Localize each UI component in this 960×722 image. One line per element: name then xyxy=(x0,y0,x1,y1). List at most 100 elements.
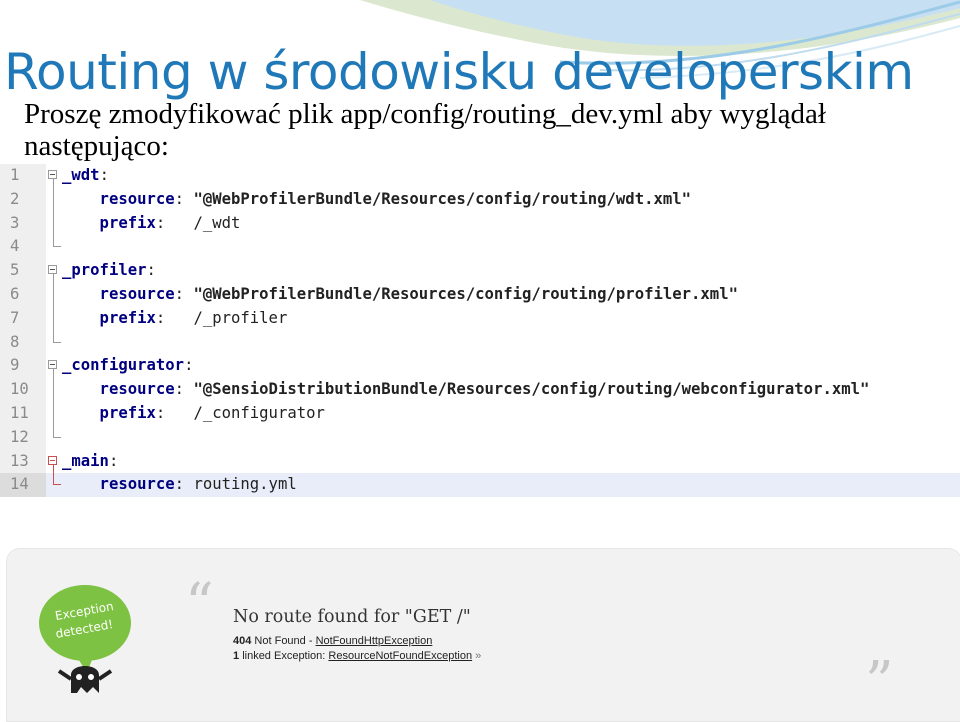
code-line[interactable]: 8 xyxy=(0,330,960,355)
code-text: prefix: /_profiler xyxy=(62,307,288,331)
code-line[interactable]: 13 _main: xyxy=(0,449,960,474)
expand-arrow-icon[interactable]: » xyxy=(475,650,481,662)
exception-title: No route found for "GET /" xyxy=(233,607,471,627)
line-number: 14 xyxy=(0,473,46,498)
linked-exception-link[interactable]: ResourceNotFoundException xyxy=(328,650,472,662)
line-number: 11 xyxy=(0,401,46,426)
fold-toggle-icon[interactable] xyxy=(48,170,57,179)
fold-line xyxy=(53,306,54,331)
code-line[interactable]: 11 prefix: /_configurator xyxy=(0,401,960,426)
fold-gutter xyxy=(46,211,62,236)
yaml-separator: : xyxy=(174,380,185,399)
exception-panel: Exception detected! “ ” No route found f… xyxy=(6,548,960,722)
fold-toggle-icon[interactable] xyxy=(48,455,57,465)
code-line[interactable]: 14 resource: routing.yml xyxy=(0,473,960,498)
code-line[interactable]: 2 resource: "@WebProfilerBundle/Resource… xyxy=(0,187,960,212)
line-number: 4 xyxy=(0,235,46,260)
fold-end xyxy=(53,484,61,486)
editor-lines: 1 _wdt: 2 resource: "@WebProfilerBundle/Re… xyxy=(0,164,960,498)
fold-line xyxy=(53,179,54,188)
fold-end xyxy=(53,436,61,438)
yaml-value: /_wdt xyxy=(165,213,241,232)
fold-gutter xyxy=(46,187,62,212)
yaml-key: resource xyxy=(62,475,175,494)
linked-exception-line: 1 linked Exception: ResourceNotFoundExce… xyxy=(233,650,481,662)
yaml-key: _main xyxy=(62,451,109,470)
line-number: 6 xyxy=(0,282,46,307)
fold-gutter xyxy=(46,378,62,402)
yaml-value: /_configurator xyxy=(165,403,325,422)
yaml-separator: : xyxy=(174,284,185,303)
yaml-key: prefix xyxy=(62,403,156,422)
line-number: 7 xyxy=(0,306,46,331)
fold-toggle-icon[interactable] xyxy=(48,265,57,275)
yaml-separator: : xyxy=(99,166,109,184)
status-exception-link[interactable]: NotFoundHttpException xyxy=(316,635,433,647)
fold-gutter xyxy=(46,235,62,259)
code-line[interactable]: 9 _configurator: xyxy=(0,354,960,379)
exception-status-line: 404 Not Found - NotFoundHttpException xyxy=(233,635,432,647)
code-line[interactable]: 4 xyxy=(0,235,960,260)
fold-line xyxy=(53,464,54,474)
fold-line xyxy=(53,369,54,379)
code-text: resource: routing.yml xyxy=(62,473,297,497)
line-number: 12 xyxy=(0,425,46,450)
open-quote-icon: “ xyxy=(185,572,214,637)
fold-gutter xyxy=(46,425,62,450)
fold-toggle-icon[interactable] xyxy=(48,360,57,370)
code-text: _wdt: xyxy=(62,164,109,188)
fold-end xyxy=(53,246,61,248)
fold-gutter xyxy=(46,259,62,284)
yaml-separator: : xyxy=(155,213,166,232)
code-text: resource: "@SensioDistributionBundle/Res… xyxy=(62,378,870,402)
slide-body-text: Proszę zmodyfikować plik app/config/rout… xyxy=(24,98,826,162)
fold-line xyxy=(53,401,54,426)
exception-ghost-icon: Exception detected! xyxy=(39,585,131,693)
line-number: 13 xyxy=(0,449,46,474)
yaml-key: resource xyxy=(62,284,175,303)
yaml-value: "@WebProfilerBundle/Resources/config/rou… xyxy=(184,189,692,208)
fold-gutter xyxy=(46,306,62,331)
line-number: 1 xyxy=(0,164,46,188)
code-line[interactable]: 7 prefix: /_profiler xyxy=(0,306,960,331)
code-line[interactable]: 10 resource: "@SensioDistributionBundle/… xyxy=(0,378,960,402)
code-text: resource: "@WebProfilerBundle/Resources/… xyxy=(62,188,691,212)
yaml-separator: : xyxy=(174,475,185,494)
fold-line xyxy=(53,274,54,284)
code-text: _profiler: xyxy=(62,259,156,283)
fold-gutter xyxy=(46,282,62,307)
code-text: _main: xyxy=(62,450,118,474)
code-line[interactable]: 5 _profiler: xyxy=(0,259,960,284)
linked-text: linked Exception: xyxy=(242,650,329,662)
fold-line xyxy=(53,211,54,236)
code-line[interactable]: 1 _wdt: xyxy=(0,164,960,188)
yaml-value: "@SensioDistributionBundle/Resources/con… xyxy=(184,380,870,399)
yaml-separator: : xyxy=(155,403,166,422)
code-text: resource: "@WebProfilerBundle/Resources/… xyxy=(62,283,738,307)
fold-line xyxy=(53,378,54,402)
line-number: 5 xyxy=(0,259,46,283)
yaml-key: _configurator xyxy=(62,356,185,375)
code-line[interactable]: 3 prefix: /_wdt xyxy=(0,211,960,236)
code-line[interactable]: 6 resource: "@WebProfilerBundle/Resource… xyxy=(0,282,960,307)
yaml-separator: : xyxy=(108,451,119,470)
fold-gutter xyxy=(46,401,62,426)
fold-gutter xyxy=(46,164,62,188)
code-text: prefix: /_configurator xyxy=(62,402,325,426)
status-text: Not Found - xyxy=(254,635,316,647)
fold-line xyxy=(53,282,54,307)
code-line[interactable]: 12 xyxy=(0,425,960,450)
yaml-key: _wdt xyxy=(62,166,100,184)
yaml-key: prefix xyxy=(62,308,156,327)
fold-gutter xyxy=(46,450,62,474)
yaml-value: /_profiler xyxy=(165,308,288,327)
yaml-separator: : xyxy=(146,261,156,280)
yaml-separator: : xyxy=(174,189,185,208)
fold-gutter xyxy=(46,354,62,379)
line-number: 9 xyxy=(0,354,46,379)
code-text: prefix: /_wdt xyxy=(62,212,241,236)
fold-gutter xyxy=(46,473,62,497)
line-number: 8 xyxy=(0,330,46,355)
code-editor[interactable]: 1 _wdt: 2 resource: "@WebProfilerBundle/Re… xyxy=(0,164,960,498)
status-code: 404 xyxy=(233,635,252,647)
